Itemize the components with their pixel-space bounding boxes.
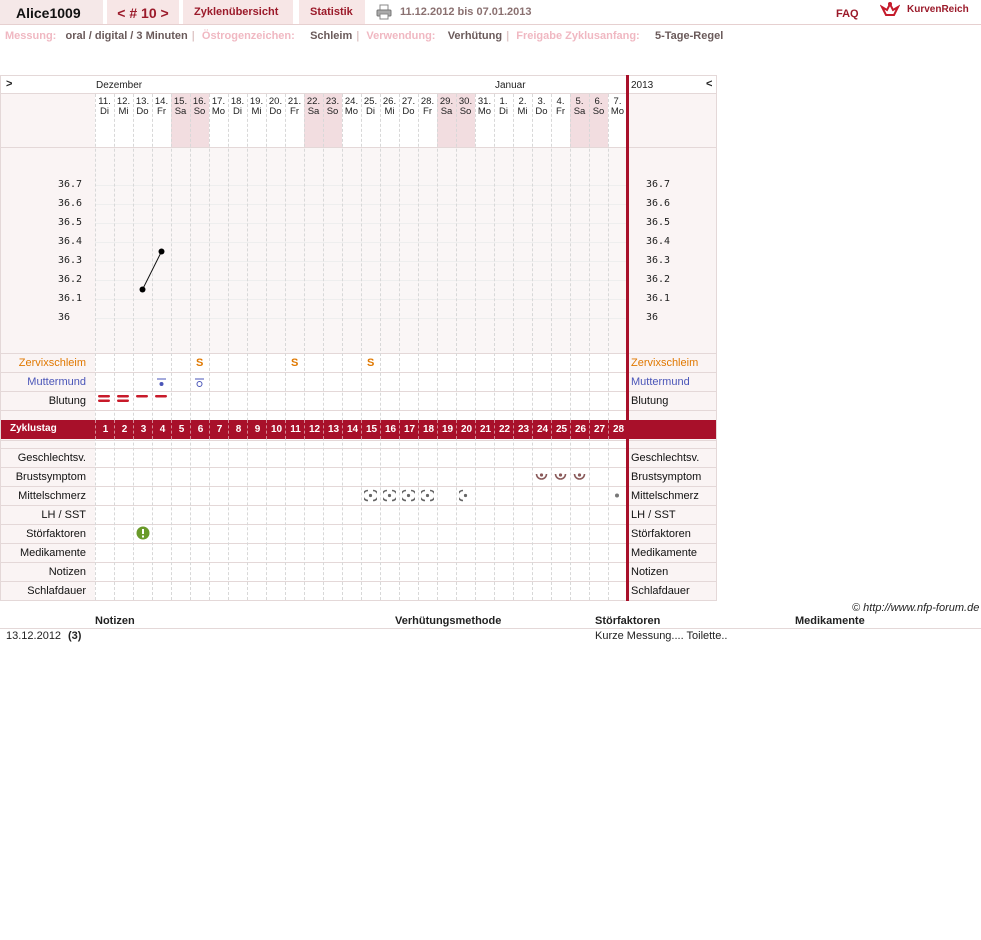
col-disturbance: Störfaktoren	[595, 615, 661, 627]
midpain-icon[interactable]	[381, 489, 398, 502]
cycle-day-number: 2	[114, 420, 134, 439]
notes-row-label-right[interactable]: Notizen	[631, 566, 668, 578]
bleeding-icon[interactable]	[117, 394, 130, 403]
cycle-day-number: 26	[570, 420, 590, 439]
cycle-day-number: 27	[589, 420, 609, 439]
cycle-day-number: 13	[323, 420, 343, 439]
midpain-left-icon[interactable]	[457, 489, 472, 502]
cycle-day-number: 4	[152, 420, 172, 439]
cervical-mark[interactable]: S	[367, 357, 374, 369]
lh-row-label[interactable]: LH / SST	[2, 509, 86, 521]
bleeding-row-label[interactable]: Blutung	[2, 395, 86, 407]
cycle-day-number: 11	[285, 420, 305, 439]
breast-row-label-right[interactable]: Brustsymptom	[631, 471, 701, 483]
cycle-day-number: 24	[532, 420, 552, 439]
midpain-icon[interactable]	[362, 489, 379, 502]
cycle-day-number: 25	[551, 420, 571, 439]
cervical-mark[interactable]: S	[291, 357, 298, 369]
sleep-row-label-right[interactable]: Schlafdauer	[631, 585, 690, 597]
midpain-icon[interactable]	[419, 489, 436, 502]
notes-row-label[interactable]: Notizen	[2, 566, 86, 578]
temperature-line	[142, 251, 162, 290]
temperature-point[interactable]	[158, 248, 165, 255]
cervix-icon[interactable]	[194, 377, 205, 388]
cycle-day-number: 19	[437, 420, 457, 439]
intercourse-row-label[interactable]: Geschlechtsv.	[2, 452, 86, 464]
cycle-day-number: 23	[513, 420, 533, 439]
breast-row-label[interactable]: Brustsymptom	[2, 471, 86, 483]
temperature-point[interactable]	[139, 286, 146, 293]
medication-row-label[interactable]: Medikamente	[2, 547, 86, 559]
row-disturbance: Kurze Messung.... Toilette..	[595, 630, 728, 642]
cycle-day-number: 17	[399, 420, 419, 439]
col-medication: Medikamente	[795, 615, 865, 627]
cycle-day-number: 12	[304, 420, 324, 439]
cycle-day-number: 18	[418, 420, 438, 439]
cycle-day-number: 28	[608, 420, 628, 439]
breast-symptom-icon[interactable]	[573, 470, 586, 483]
cycle-day-number: 7	[209, 420, 229, 439]
midpain-icon[interactable]	[400, 489, 417, 502]
disturbance-row-label[interactable]: Störfaktoren	[2, 528, 86, 540]
cycle-day-number: 16	[380, 420, 400, 439]
midpain-dot-icon[interactable]	[613, 489, 626, 502]
cycle-day-number: 6	[190, 420, 210, 439]
cycle-day-number: 10	[266, 420, 286, 439]
cycle-day-label: Zyklustag	[10, 423, 57, 434]
cycle-day-number: 21	[475, 420, 495, 439]
midpain-row-label-right[interactable]: Mittelschmerz	[631, 490, 699, 502]
cervical-mark[interactable]: S	[196, 357, 203, 369]
row-date: 13.12.2012	[6, 630, 62, 642]
temperature-curve	[139, 248, 165, 293]
table-row: 13.12.2012 (3) Kurze Messung.... Toilett…	[0, 630, 981, 644]
sleep-row-label[interactable]: Schlafdauer	[2, 585, 86, 597]
cycle-day-number: 1	[95, 420, 115, 439]
cycle-day-number: 8	[228, 420, 248, 439]
breast-symptom-icon[interactable]	[554, 470, 567, 483]
notes-table-header: Notizen Verhütungsmethode Störfaktoren M…	[0, 614, 981, 629]
cycle-day-number: 15	[361, 420, 381, 439]
row-count: (3)	[68, 630, 82, 642]
breast-symptom-icon[interactable]	[535, 470, 548, 483]
cycle-day-number: 5	[171, 420, 191, 439]
col-notes: Notizen	[95, 615, 135, 627]
cycle-day-number: 3	[133, 420, 153, 439]
cycle-day-number: 20	[456, 420, 476, 439]
medication-row-label-right[interactable]: Medikamente	[631, 547, 697, 559]
cervix-row-label-right[interactable]: Muttermund	[631, 376, 690, 388]
bleeding-icon[interactable]	[155, 394, 168, 403]
bleeding-icon[interactable]	[98, 394, 111, 403]
cervix-row-label[interactable]: Muttermund	[2, 376, 86, 388]
cervical-row-label[interactable]: Zervixschleim	[2, 357, 86, 369]
today-marker	[626, 75, 629, 601]
bleeding-icon[interactable]	[136, 394, 149, 403]
midpain-row-label[interactable]: Mittelschmerz	[2, 490, 86, 502]
cervix-icon[interactable]	[156, 377, 167, 388]
intercourse-row-label-right[interactable]: Geschlechtsv.	[631, 452, 699, 464]
cycle-day-number: 22	[494, 420, 514, 439]
bleeding-row-label-right[interactable]: Blutung	[631, 395, 668, 407]
col-method: Verhütungsmethode	[395, 615, 502, 627]
disturbance-row-label-right[interactable]: Störfaktoren	[631, 528, 691, 540]
disturbance-warning-icon[interactable]	[136, 526, 150, 540]
cycle-day-number: 14	[342, 420, 362, 439]
cervical-row-label-right[interactable]: Zervixschleim	[631, 357, 698, 369]
cycle-day-number: 9	[247, 420, 267, 439]
lh-row-label-right[interactable]: LH / SST	[631, 509, 676, 521]
